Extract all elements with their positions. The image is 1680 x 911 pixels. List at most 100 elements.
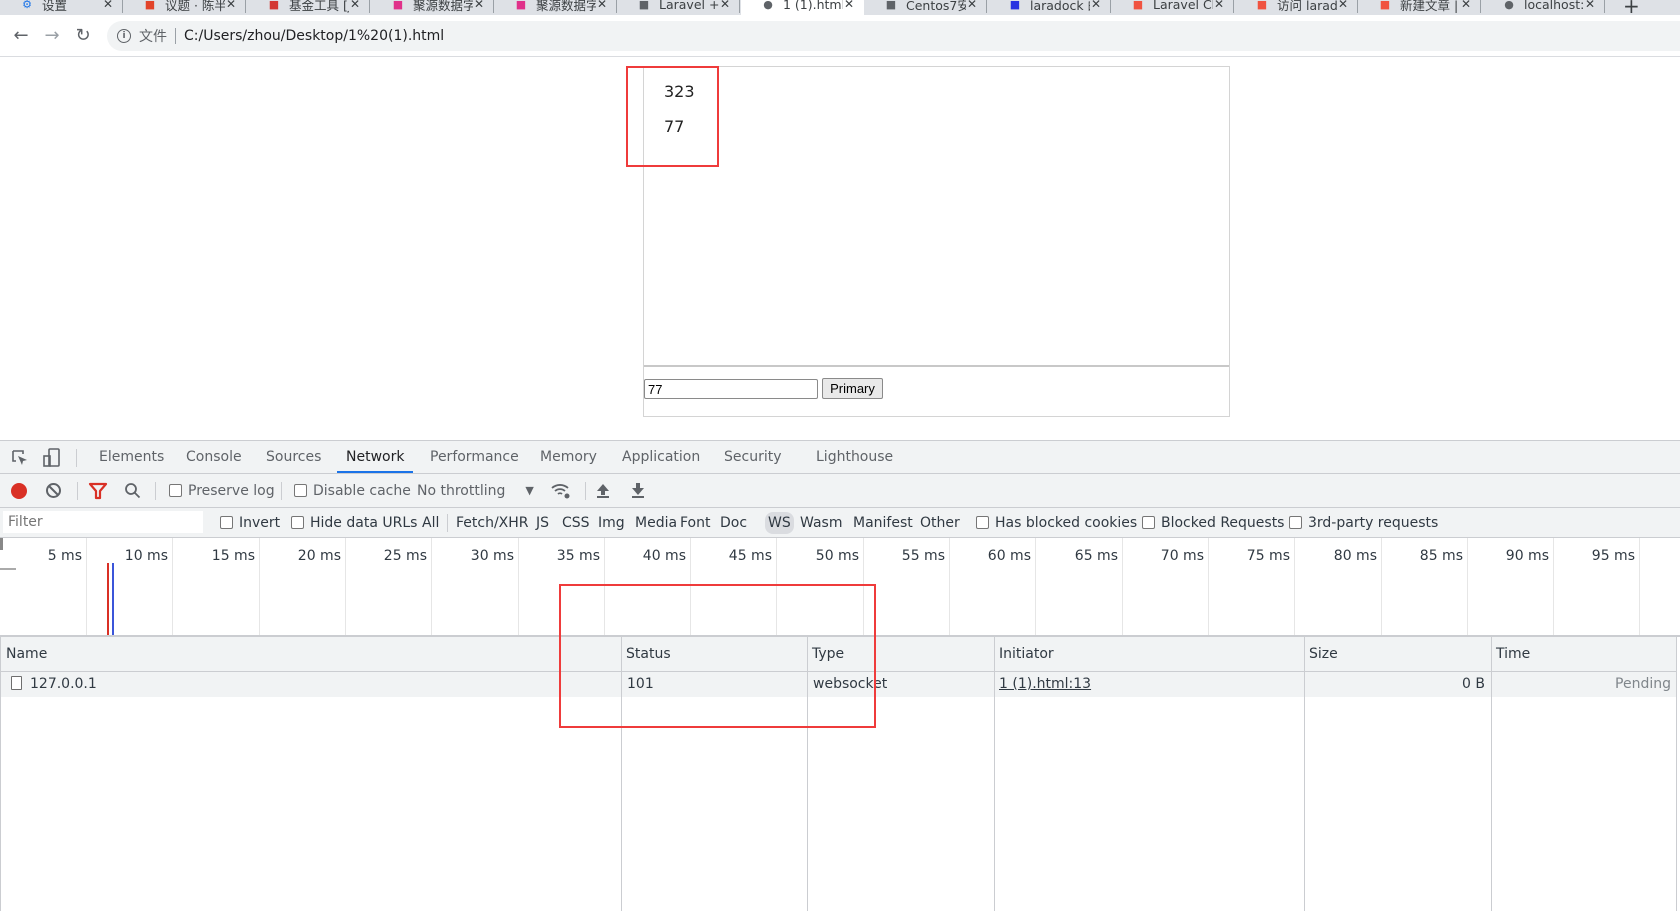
third-party-requests-checkbox[interactable]: 3rd-party requests — [1289, 508, 1438, 537]
timeline-gridline — [1381, 538, 1382, 635]
column-header-time[interactable]: Time — [1491, 637, 1530, 671]
close-tab-icon[interactable]: ✕ — [844, 0, 854, 11]
clear-button[interactable] — [45, 474, 62, 507]
type-filter-all[interactable]: All — [422, 508, 439, 537]
invert-checkbox[interactable]: Invert — [220, 508, 280, 537]
close-tab-icon[interactable]: ✕ — [1461, 0, 1471, 11]
devtools-tab-performance[interactable]: Performance — [428, 441, 521, 473]
cell-name[interactable]: 127.0.0.1 — [1, 672, 621, 697]
new-tab-button[interactable]: + — [1623, 0, 1640, 15]
filter-toggle-button[interactable] — [88, 474, 108, 507]
url-text[interactable]: C:/Users/zhou/Desktop/1%20(1).html — [184, 28, 444, 44]
message-input[interactable] — [644, 379, 818, 399]
browser-tab[interactable]: ● 1 (1).html ✕ — [741, 0, 864, 15]
back-button[interactable]: ← — [9, 23, 33, 47]
close-tab-icon[interactable]: ✕ — [1585, 0, 1595, 11]
devtools-tab-lighthouse[interactable]: Lighthouse — [814, 441, 895, 473]
devtools-tab-console[interactable]: Console — [184, 441, 244, 473]
browser-tab[interactable]: ⚙ 设置 ✕ — [0, 0, 123, 15]
close-tab-icon[interactable]: ✕ — [1091, 0, 1101, 11]
close-tab-icon[interactable]: ✕ — [226, 0, 236, 11]
browser-tab[interactable]: ■ 新建文章 | …✕ — [1358, 0, 1481, 15]
browser-tab[interactable]: ■ Laravel Ch…✕ — [1111, 0, 1234, 15]
import-har-button[interactable] — [596, 474, 610, 507]
upload-icon — [597, 484, 609, 498]
column-header-status[interactable]: Status — [621, 637, 671, 671]
initiator-link[interactable]: 1 (1).html:13 — [999, 676, 1091, 692]
column-divider[interactable] — [994, 637, 995, 911]
column-header-initiator[interactable]: Initiator — [994, 637, 1054, 671]
tab-title: 议题 · 陈半… — [165, 0, 225, 13]
browser-tab[interactable]: ■ 基金工具 [J…✕ — [247, 0, 370, 15]
browser-tab[interactable]: ● localhost:9…✕ — [1482, 0, 1605, 15]
type-filter-fetch-xhr[interactable]: Fetch/XHR — [456, 508, 529, 537]
close-tab-icon[interactable]: ✕ — [597, 0, 607, 11]
type-filter-js[interactable]: JS — [536, 508, 549, 537]
divider — [76, 449, 77, 467]
type-filter-manifest[interactable]: Manifest — [853, 508, 913, 537]
column-divider[interactable] — [807, 637, 808, 911]
browser-tab[interactable]: ■ laradock 的…✕ — [988, 0, 1111, 15]
browser-tab[interactable]: ■ Centos7安…✕ — [864, 0, 987, 15]
address-bar[interactable]: i 文件 C:/Users/zhou/Desktop/1%20(1).html — [107, 21, 1680, 51]
devtools-tab-sources[interactable]: Sources — [264, 441, 323, 473]
type-filter-font[interactable]: Font — [680, 508, 710, 537]
type-filter-img[interactable]: Img — [598, 508, 625, 537]
column-header-type[interactable]: Type — [807, 637, 844, 671]
column-header-name[interactable]: Name — [1, 637, 47, 671]
hide-data-urls-checkbox[interactable]: Hide data URLs — [291, 508, 417, 537]
browser-tab[interactable]: ■ 访问 larado…✕ — [1235, 0, 1358, 15]
filter-input[interactable] — [3, 511, 203, 533]
devtools-tab-network[interactable]: Network — [337, 441, 414, 473]
preserve-log-checkbox[interactable]: Preserve log — [169, 474, 275, 507]
type-filter-ws[interactable]: WS — [765, 512, 794, 534]
column-header-size[interactable]: Size — [1304, 637, 1338, 671]
timeline-range-handle[interactable] — [0, 538, 3, 550]
search-button[interactable] — [124, 474, 141, 507]
type-filter-media[interactable]: Media — [635, 508, 677, 537]
timeline-tick-label: 75 ms — [1246, 548, 1290, 564]
devtools-tab-elements[interactable]: Elements — [97, 441, 166, 473]
column-divider[interactable] — [1491, 637, 1492, 911]
export-har-button[interactable] — [631, 474, 645, 507]
browser-tab[interactable]: ■ 议题 · 陈半…✕ — [123, 0, 246, 15]
close-tab-icon[interactable]: ✕ — [1214, 0, 1224, 11]
close-tab-icon[interactable]: ✕ — [103, 0, 113, 11]
blocked-requests-checkbox[interactable]: Blocked Requests — [1142, 508, 1284, 537]
cell-initiator[interactable]: 1 (1).html:13 — [999, 672, 1299, 697]
browser-tab[interactable]: ■ 聚源数据字…✕ — [494, 0, 617, 15]
info-icon[interactable]: i — [117, 29, 131, 43]
type-filter-doc[interactable]: Doc — [720, 508, 747, 537]
column-divider[interactable] — [621, 637, 622, 911]
devtools-tab-memory[interactable]: Memory — [538, 441, 599, 473]
record-button[interactable] — [11, 474, 27, 507]
forward-button[interactable]: → — [40, 23, 64, 47]
has-blocked-cookies-checkbox[interactable]: Has blocked cookies — [976, 508, 1137, 537]
network-overview-timeline[interactable]: 5 ms 10 ms 15 ms 20 ms 25 ms 30 ms 35 ms 40 ms 4… — [0, 538, 1680, 637]
close-tab-icon[interactable]: ✕ — [350, 0, 360, 11]
browser-tab[interactable]: ■ Laravel + S…✕ — [617, 0, 740, 15]
timeline-tick-label: 85 ms — [1419, 548, 1463, 564]
close-tab-icon[interactable]: ✕ — [720, 0, 730, 11]
reload-button[interactable]: ↻ — [71, 23, 95, 47]
tab-title: 聚源数据字… — [536, 0, 596, 13]
device-toolbar-icon[interactable] — [42, 448, 62, 468]
inspect-element-icon[interactable] — [10, 448, 30, 468]
type-filter-wasm[interactable]: Wasm — [800, 508, 842, 537]
devtools-tab-security[interactable]: Security — [722, 441, 784, 473]
close-tab-icon[interactable]: ✕ — [967, 0, 977, 11]
laravel-icon: ■ — [1379, 0, 1391, 11]
network-conditions-button[interactable] — [550, 474, 572, 507]
devtools-tab-application[interactable]: Application — [620, 441, 702, 473]
column-divider[interactable] — [1304, 637, 1305, 911]
close-tab-icon[interactable]: ✕ — [1338, 0, 1348, 11]
throttling-select[interactable]: No throttling ▼ — [417, 474, 534, 507]
type-filter-css[interactable]: CSS — [562, 508, 590, 537]
table-row[interactable]: 127.0.0.1 101 websocket 1 (1).html:13 0 … — [1, 672, 1676, 697]
type-filter-other[interactable]: Other — [920, 508, 960, 537]
close-tab-icon[interactable]: ✕ — [474, 0, 484, 11]
browser-tab[interactable]: ■ 聚源数据字…✕ — [371, 0, 494, 15]
primary-button[interactable]: Primary — [822, 378, 883, 399]
timeline-gridline — [863, 538, 864, 635]
disable-cache-checkbox[interactable]: Disable cache — [294, 474, 411, 507]
